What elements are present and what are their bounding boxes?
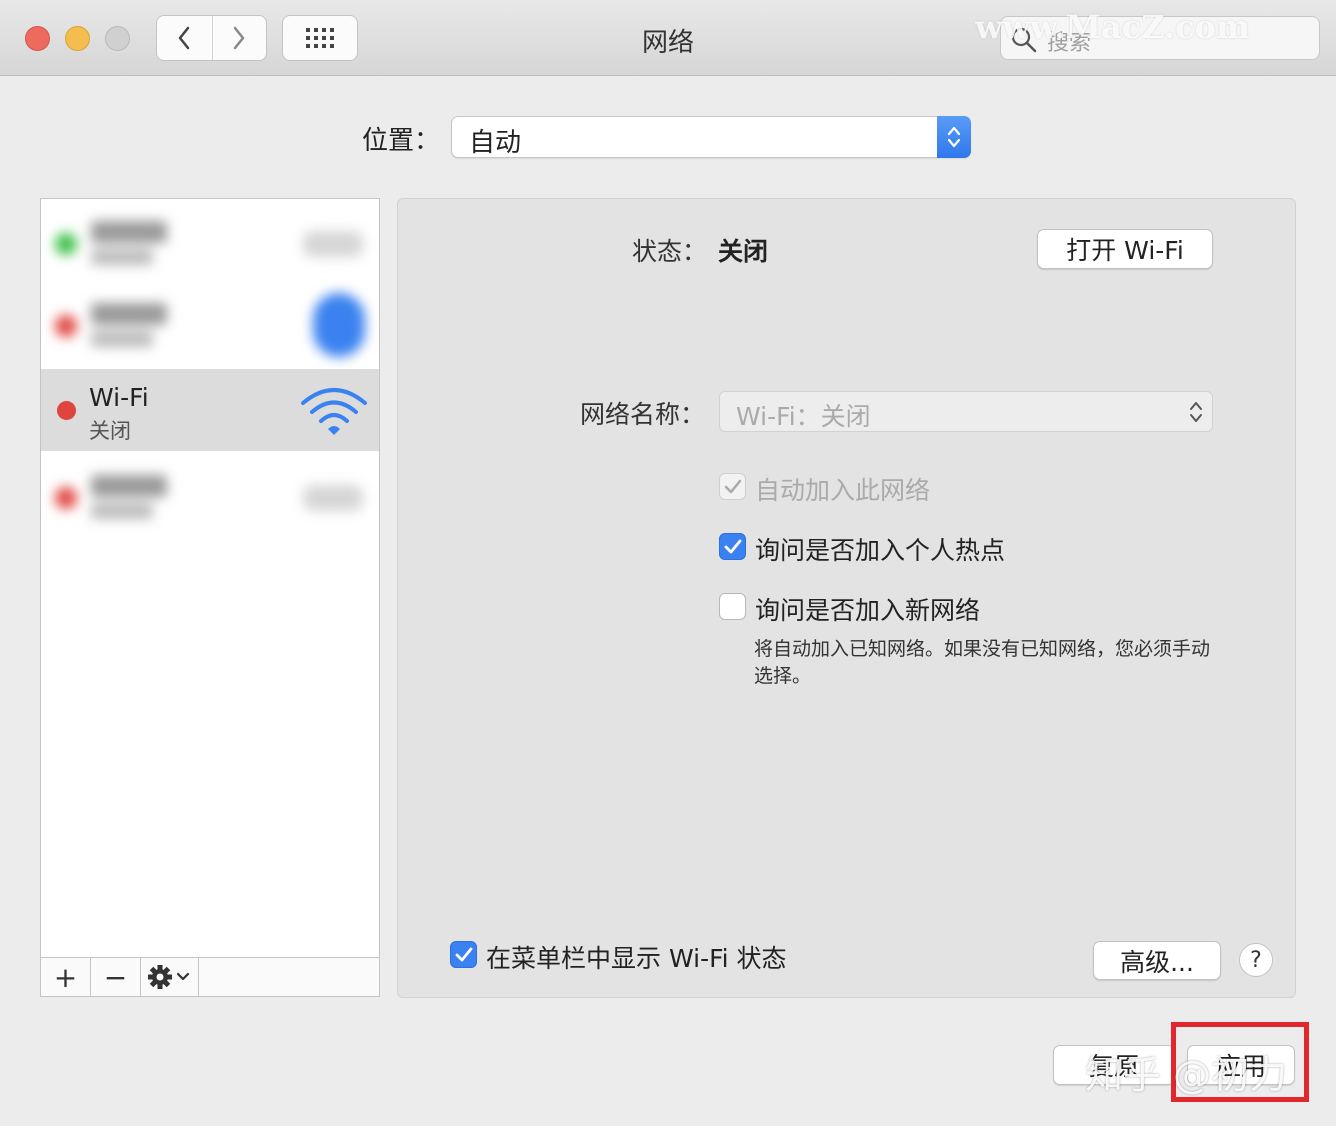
chevron-right-icon bbox=[234, 26, 245, 50]
watermark-logo: www.MacZ.com bbox=[975, 8, 1250, 46]
network-name-value: Wi-Fi：关闭 bbox=[736, 402, 871, 431]
service-name: Wi-Fi bbox=[89, 383, 149, 412]
auto-join-label: 自动加入此网络 bbox=[755, 476, 931, 505]
gear-icon bbox=[147, 965, 189, 989]
watermark-text: 知乎 @初力 bbox=[1085, 1053, 1288, 1097]
ask-hotspot-checkbox[interactable] bbox=[719, 533, 746, 560]
location-stepper[interactable] bbox=[937, 116, 971, 158]
network-name-label: 网络名称： bbox=[580, 400, 706, 429]
window-title: 网络 bbox=[641, 28, 694, 58]
chevron-left-icon bbox=[179, 26, 190, 50]
list-item-blurred[interactable] bbox=[41, 457, 379, 537]
location-select[interactable]: 自动 bbox=[451, 116, 971, 158]
add-service-button[interactable]: + bbox=[41, 958, 91, 996]
advanced-button[interactable]: 高级... bbox=[1093, 941, 1221, 980]
service-list: Wi-Fi 关闭 bbox=[40, 198, 380, 958]
forward-button[interactable] bbox=[211, 16, 267, 60]
checkmark-icon bbox=[724, 539, 741, 553]
checkmark-icon bbox=[724, 479, 741, 493]
ask-new-network-checkbox[interactable] bbox=[719, 593, 746, 620]
location-label: 位置： bbox=[362, 126, 441, 156]
list-item-blurred[interactable] bbox=[41, 203, 379, 283]
list-item-wifi[interactable]: Wi-Fi 关闭 bbox=[41, 369, 379, 451]
wifi-icon bbox=[301, 388, 367, 435]
zoom-window-button[interactable] bbox=[105, 26, 130, 51]
status-label: 状态： bbox=[632, 237, 708, 266]
service-list-toolbar: + − bbox=[40, 957, 380, 997]
updown-chevron-icon bbox=[947, 126, 961, 148]
help-button[interactable]: ? bbox=[1239, 943, 1273, 977]
ask-new-network-hint: 将自动加入已知网络。如果没有已知网络，您必须手动选择。 bbox=[754, 638, 1211, 687]
minimize-window-button[interactable] bbox=[65, 26, 90, 51]
status-value: 关闭 bbox=[718, 237, 769, 266]
grid-icon bbox=[306, 28, 334, 48]
location-value: 自动 bbox=[469, 128, 522, 158]
remove-service-button[interactable]: − bbox=[91, 958, 141, 996]
title-bar: 网络 搜索 www.MacZ.com bbox=[0, 0, 1336, 76]
action-menu-button[interactable] bbox=[141, 958, 199, 996]
status-dot bbox=[57, 401, 76, 420]
back-button[interactable] bbox=[157, 16, 212, 60]
auto-join-checkbox[interactable] bbox=[719, 473, 746, 500]
navigation-buttons bbox=[156, 15, 267, 61]
show-menubar-checkbox[interactable] bbox=[450, 941, 477, 968]
show-all-button[interactable] bbox=[282, 15, 358, 61]
updown-chevron-icon bbox=[1190, 402, 1202, 422]
ask-new-network-label: 询问是否加入新网络 bbox=[755, 596, 981, 625]
checkmark-icon bbox=[455, 947, 472, 961]
service-status: 关闭 bbox=[89, 419, 131, 443]
list-item-blurred[interactable] bbox=[41, 285, 379, 365]
turn-on-wifi-button[interactable]: 打开 Wi-Fi bbox=[1037, 229, 1213, 269]
ask-hotspot-label: 询问是否加入个人热点 bbox=[755, 536, 1006, 565]
show-menubar-label: 在菜单栏中显示 Wi-Fi 状态 bbox=[486, 944, 787, 973]
network-name-select[interactable]: Wi-Fi：关闭 bbox=[719, 391, 1213, 432]
close-window-button[interactable] bbox=[25, 26, 50, 51]
